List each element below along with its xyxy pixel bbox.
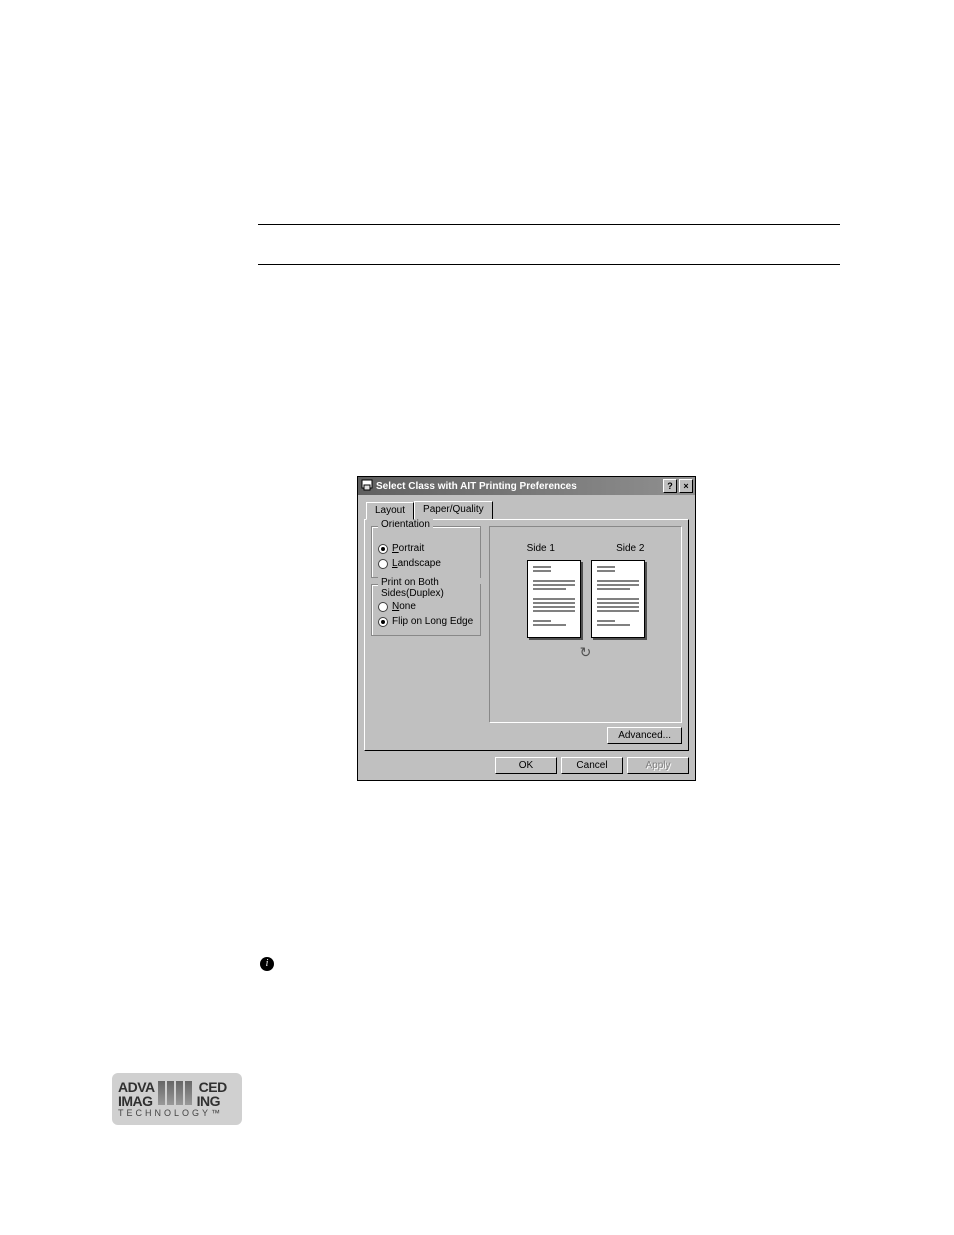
preview-page-2 xyxy=(591,560,645,638)
tab-layout[interactable]: Layout xyxy=(366,502,414,520)
dialog-title: Select Class with AIT Printing Preferenc… xyxy=(374,481,661,492)
side2-label: Side 2 xyxy=(616,543,644,554)
radio-label: Portrait xyxy=(392,543,424,554)
logo-text-2a: IMAG xyxy=(118,1093,153,1109)
tabs: Layout Paper/Quality xyxy=(364,499,689,519)
duplex-legend: Print on Both Sides(Duplex) xyxy=(378,577,480,599)
preview-page-1 xyxy=(527,560,581,638)
orientation-group: Orientation Portrait Landscape xyxy=(371,526,481,578)
advanced-button[interactable]: Advanced... xyxy=(607,727,682,744)
radio-label: Flip on Long Edge xyxy=(392,616,473,627)
radio-icon xyxy=(378,559,388,569)
orientation-legend: Orientation xyxy=(378,519,433,530)
layout-panel: Orientation Portrait Landscape Print on … xyxy=(364,519,689,751)
ait-logo: ADVACED IMAGING TECHNOLOGY™ xyxy=(112,1073,242,1125)
duplex-group: Print on Both Sides(Duplex) None Flip on… xyxy=(371,584,481,636)
printing-preferences-dialog: Select Class with AIT Printing Preferenc… xyxy=(357,476,696,781)
side1-label: Side 1 xyxy=(527,543,555,554)
radio-icon xyxy=(378,544,388,554)
radio-none[interactable]: None xyxy=(378,599,474,614)
printer-icon xyxy=(360,478,374,495)
info-icon: i xyxy=(260,957,274,971)
logo-text-2b: ING xyxy=(197,1093,220,1109)
radio-portrait[interactable]: Portrait xyxy=(378,541,474,556)
radio-landscape[interactable]: Landscape xyxy=(378,556,474,571)
cancel-button[interactable]: Cancel xyxy=(561,757,623,774)
flip-arrow-icon: ↻ xyxy=(496,644,675,661)
help-button[interactable]: ? xyxy=(663,479,677,493)
radio-label: Landscape xyxy=(392,558,441,569)
close-button[interactable]: × xyxy=(679,479,693,493)
hr-1 xyxy=(258,224,840,225)
titlebar[interactable]: Select Class with AIT Printing Preferenc… xyxy=(358,477,695,495)
tab-paper-quality[interactable]: Paper/Quality xyxy=(414,501,493,519)
ok-button[interactable]: OK xyxy=(495,757,557,774)
layout-preview: Side 1 Side 2 xyxy=(489,526,682,723)
radio-flip-long-edge[interactable]: Flip on Long Edge xyxy=(378,614,474,629)
radio-icon xyxy=(378,617,388,627)
radio-label: None xyxy=(392,601,416,612)
radio-icon xyxy=(378,602,388,612)
apply-button[interactable]: Apply xyxy=(627,757,689,774)
hr-2 xyxy=(258,264,840,265)
logo-text-3: TECHNOLOGY™ xyxy=(118,1108,236,1118)
